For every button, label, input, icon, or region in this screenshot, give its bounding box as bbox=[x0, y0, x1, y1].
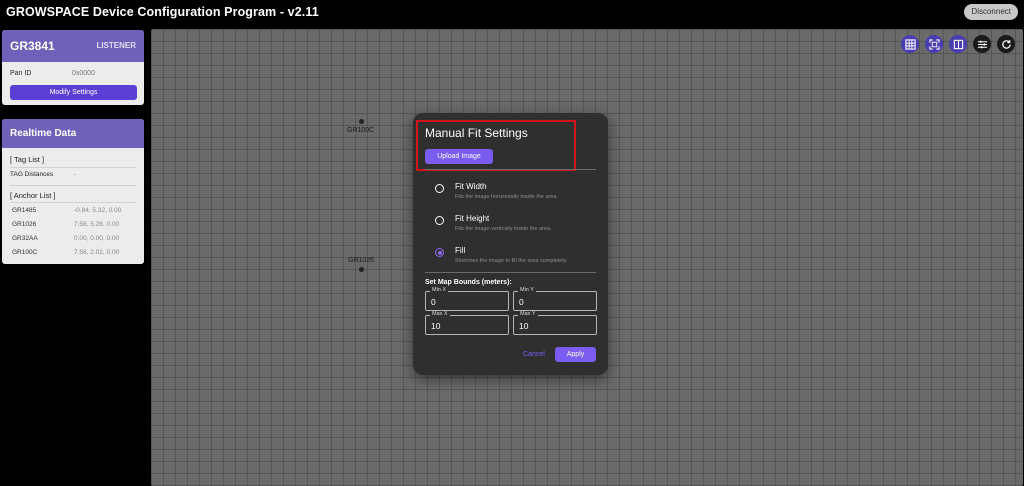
anchor-coords: 7.58, 5.28, 0.00 bbox=[74, 221, 120, 228]
apply-button[interactable]: Apply bbox=[555, 347, 596, 362]
tag-distances-value: - bbox=[74, 171, 77, 178]
anchor-marker[interactable] bbox=[359, 119, 364, 124]
device-name: GR3841 bbox=[10, 39, 55, 53]
grid-icon[interactable] bbox=[901, 35, 919, 53]
tag-distances-row: TAG Distances - bbox=[10, 171, 136, 181]
anchor-marker[interactable] bbox=[359, 267, 364, 272]
field-label: Min Y bbox=[518, 287, 536, 293]
max-y-field[interactable]: Max Y 10 bbox=[513, 311, 597, 335]
fit-width-option[interactable]: Fit Width Fits the image horizontally in… bbox=[435, 180, 595, 206]
tag-list-heading: [ Tag List ] bbox=[10, 155, 45, 164]
option-description: Fits the image horizontally inside the a… bbox=[455, 194, 559, 200]
anchor-id: GR1026 bbox=[12, 221, 37, 228]
field-value[interactable]: 10 bbox=[431, 321, 440, 331]
anchor-coords: 7.58, 2.02, 0.00 bbox=[74, 249, 120, 256]
min-x-field[interactable]: Min X 0 bbox=[425, 287, 509, 311]
disconnect-button[interactable]: Disconnect bbox=[964, 4, 1018, 20]
tag-distances-label: TAG Distances bbox=[10, 171, 54, 178]
anchor-row: GR100C 7.58, 2.02, 0.00 bbox=[12, 249, 136, 259]
fit-icon[interactable] bbox=[925, 35, 943, 53]
pan-id-label: Pan ID bbox=[10, 70, 32, 77]
min-y-field[interactable]: Min Y 0 bbox=[513, 287, 597, 311]
option-title: Fit Height bbox=[455, 214, 490, 223]
top-bar: GROWSPACE Device Configuration Program -… bbox=[0, 0, 1024, 26]
radio-button[interactable] bbox=[435, 184, 444, 193]
realtime-title: Realtime Data bbox=[10, 128, 77, 139]
realtime-card-header: Realtime Data bbox=[2, 119, 144, 148]
upload-image-button[interactable]: Upload Image bbox=[425, 149, 493, 164]
anchor-marker-label: GR100C bbox=[347, 127, 375, 134]
device-card-header: GR3841 LISTENER bbox=[2, 30, 144, 62]
anchor-row: GR1485 -0.84, 5.32, 0.00 bbox=[12, 207, 136, 217]
map-bounds-title: Set Map Bounds (meters): bbox=[425, 279, 512, 286]
anchor-coords: -0.84, 5.32, 0.00 bbox=[74, 207, 122, 214]
option-title: Fit Width bbox=[455, 182, 487, 191]
radio-button-selected[interactable] bbox=[435, 248, 444, 257]
divider bbox=[425, 169, 596, 170]
divider bbox=[10, 202, 136, 203]
device-role: LISTENER bbox=[96, 41, 136, 50]
divider bbox=[10, 167, 136, 168]
anchor-id: GR100C bbox=[12, 249, 38, 256]
refresh-icon[interactable] bbox=[997, 35, 1015, 53]
max-x-field[interactable]: Max X 10 bbox=[425, 311, 509, 335]
anchor-list-heading: [ Anchor List ] bbox=[10, 191, 56, 200]
dialog-title: Manual Fit Settings bbox=[425, 126, 528, 140]
manual-fit-dialog: Manual Fit Settings Upload Image Fit Wid… bbox=[413, 113, 608, 375]
field-value[interactable]: 0 bbox=[431, 297, 436, 307]
option-description: Stretches the image to fill the area com… bbox=[455, 258, 568, 264]
realtime-card: Realtime Data [ Tag List ] TAG Distances… bbox=[2, 119, 144, 264]
pan-id-value: 0x0000 bbox=[72, 70, 95, 77]
anchor-coords: 0.00, 0.00, 0.00 bbox=[74, 235, 120, 242]
field-value[interactable]: 10 bbox=[519, 321, 528, 331]
anchor-id: GR32AA bbox=[12, 235, 38, 242]
field-value[interactable]: 0 bbox=[519, 297, 524, 307]
fit-height-option[interactable]: Fit Height Fits the image vertically ins… bbox=[435, 212, 595, 238]
option-title: Fill bbox=[455, 246, 466, 255]
anchor-id: GR1485 bbox=[12, 207, 37, 214]
anchor-row: GR1026 7.58, 5.28, 0.00 bbox=[12, 221, 136, 231]
device-card: GR3841 LISTENER Pan ID 0x0000 Modify Set… bbox=[2, 30, 144, 105]
field-label: Max X bbox=[430, 311, 450, 317]
divider bbox=[425, 272, 596, 273]
app-title: GROWSPACE Device Configuration Program -… bbox=[6, 5, 319, 19]
field-label: Max Y bbox=[518, 311, 538, 317]
divider bbox=[10, 185, 136, 186]
sliders-icon[interactable] bbox=[973, 35, 991, 53]
option-description: Fits the image vertically inside the are… bbox=[455, 226, 552, 232]
split-icon[interactable] bbox=[949, 35, 967, 53]
radio-button[interactable] bbox=[435, 216, 444, 225]
cancel-button[interactable]: Cancel bbox=[523, 351, 545, 358]
modify-settings-button[interactable]: Modify Settings bbox=[10, 85, 137, 100]
anchor-marker-label: GR1026 bbox=[348, 257, 375, 264]
field-label: Min X bbox=[430, 287, 449, 293]
fill-option[interactable]: Fill Stretches the image to fill the are… bbox=[435, 244, 595, 270]
anchor-row: GR32AA 0.00, 0.00, 0.00 bbox=[12, 235, 136, 245]
